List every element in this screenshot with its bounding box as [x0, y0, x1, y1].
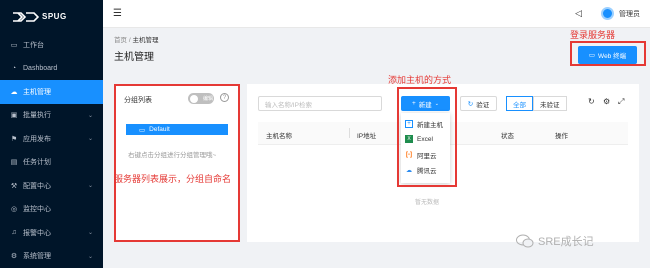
search-input[interactable]: 输入名称/IP检索	[258, 96, 382, 111]
sidebar-item-workbench[interactable]: ▭ 工作台	[0, 33, 103, 57]
annotation-login: 登录服务器	[570, 31, 616, 41]
code-icon: ▣	[10, 112, 18, 120]
cloud-server-icon: ☁	[10, 88, 18, 96]
logo[interactable]: SPUG	[0, 0, 103, 33]
alert-icon: ♫	[11, 229, 17, 237]
reload-icon[interactable]: ↻	[588, 97, 595, 106]
empty-state: 暂无数据	[415, 200, 440, 206]
verify-button[interactable]: ↻ 验证	[460, 96, 497, 111]
verify-filter: 全部 未验证	[506, 96, 567, 111]
sidebar-item-label: 系统管理	[23, 253, 51, 261]
breadcrumb-separator: /	[128, 37, 131, 44]
column-header-ip[interactable]: IP地址	[357, 130, 376, 140]
sidebar-item-label: Dashboard	[23, 64, 58, 72]
sidebar-item-label: 应用发布	[23, 135, 51, 143]
sidebar-item-batch-exec[interactable]: ▣ 批量执行 ⌄	[0, 104, 103, 128]
breadcrumb-current: 主机管理	[132, 37, 159, 44]
verify-label: 验证	[476, 101, 490, 109]
filter-all[interactable]: 全部	[506, 96, 533, 111]
schedule-icon: ▤	[10, 159, 18, 167]
sidebar-item-monitor[interactable]: ◎ 监控中心	[0, 198, 103, 222]
sidebar-item-label: 工作台	[23, 41, 44, 49]
sidebar-item-label: 主机管理	[23, 88, 51, 96]
watermark: SRE成长记	[516, 233, 594, 249]
chevron-down-icon: ⌄	[87, 183, 93, 190]
dashboard-icon: ◔	[11, 64, 17, 72]
column-header-actions: 操作	[555, 133, 568, 140]
sidebar-item-host-management[interactable]: ☁ 主机管理	[0, 80, 103, 104]
chevron-down-icon: ⌄	[87, 112, 93, 119]
sidebar-item-label: 配置中心	[23, 182, 51, 190]
sidebar-item-alert[interactable]: ♫ 报警中心 ⌄	[0, 221, 103, 245]
desktop-icon: ▭	[10, 41, 18, 49]
fullscreen-icon[interactable]: ⤢	[618, 97, 624, 107]
breadcrumb: 首页 / 主机管理	[114, 34, 158, 44]
sidebar-item-label: 任务计划	[23, 159, 51, 167]
chevron-down-icon: ⌄	[87, 253, 93, 260]
deployment-icon: ⚒	[10, 182, 18, 190]
sidebar-item-label: 监控中心	[23, 206, 51, 214]
annotation-group: 服务器列表展示，分组自命名	[114, 175, 232, 185]
filter-unverified[interactable]: 未验证	[533, 96, 567, 111]
sidebar-item-dashboard[interactable]: ◔ Dashboard	[0, 57, 103, 81]
column-header-status[interactable]: 状态	[501, 130, 514, 140]
wechat-icon	[516, 234, 534, 248]
annotation-box-add	[397, 87, 457, 187]
sidebar-item-config-center[interactable]: ⚒ 配置中心 ⌄	[0, 174, 103, 198]
annotation-box-group	[114, 84, 240, 242]
chevron-down-icon: ⌄	[87, 136, 93, 143]
monitor-icon: ◎	[10, 206, 18, 214]
flag-icon: ⚑	[10, 135, 18, 143]
column-divider	[349, 128, 350, 138]
breadcrumb-home[interactable]: 首页	[114, 37, 127, 44]
notification-icon[interactable]: ◁	[575, 8, 582, 19]
column-header-hostname[interactable]: 主机名称	[266, 130, 292, 140]
logo-text: SPUG	[42, 12, 67, 21]
setting-icon[interactable]: ⚙	[603, 97, 610, 106]
sidebar-item-label: 报警中心	[23, 229, 51, 237]
sidebar-item-system[interactable]: ⚙ 系统管理 ⌄	[0, 245, 103, 268]
sidebar-item-app-deploy[interactable]: ⚑ 应用发布 ⌄	[0, 127, 103, 151]
sidebar-item-label: 批量执行	[23, 112, 51, 120]
watermark-text: SRE成长记	[538, 236, 594, 248]
sidebar-item-schedule[interactable]: ▤ 任务计划	[0, 151, 103, 175]
setting-icon: ⚙	[10, 253, 18, 261]
username[interactable]: 管理员	[619, 9, 640, 19]
avatar[interactable]	[601, 7, 614, 20]
sync-icon: ↻	[467, 100, 474, 108]
top-header: ☰ ◁ 管理员	[103, 0, 650, 28]
sidebar: SPUG ▭ 工作台 ◔ Dashboard ☁ 主机管理 ▣ 批量执行 ⌄ ⚑…	[0, 0, 103, 268]
chevron-down-icon: ⌄	[87, 230, 93, 237]
annotation-add: 添加主机的方式	[388, 76, 452, 86]
annotation-box-web	[570, 41, 646, 66]
spug-logo-icon	[10, 9, 40, 25]
menu-fold-icon[interactable]: ☰	[113, 8, 122, 19]
page-title: 主机管理	[114, 52, 154, 63]
